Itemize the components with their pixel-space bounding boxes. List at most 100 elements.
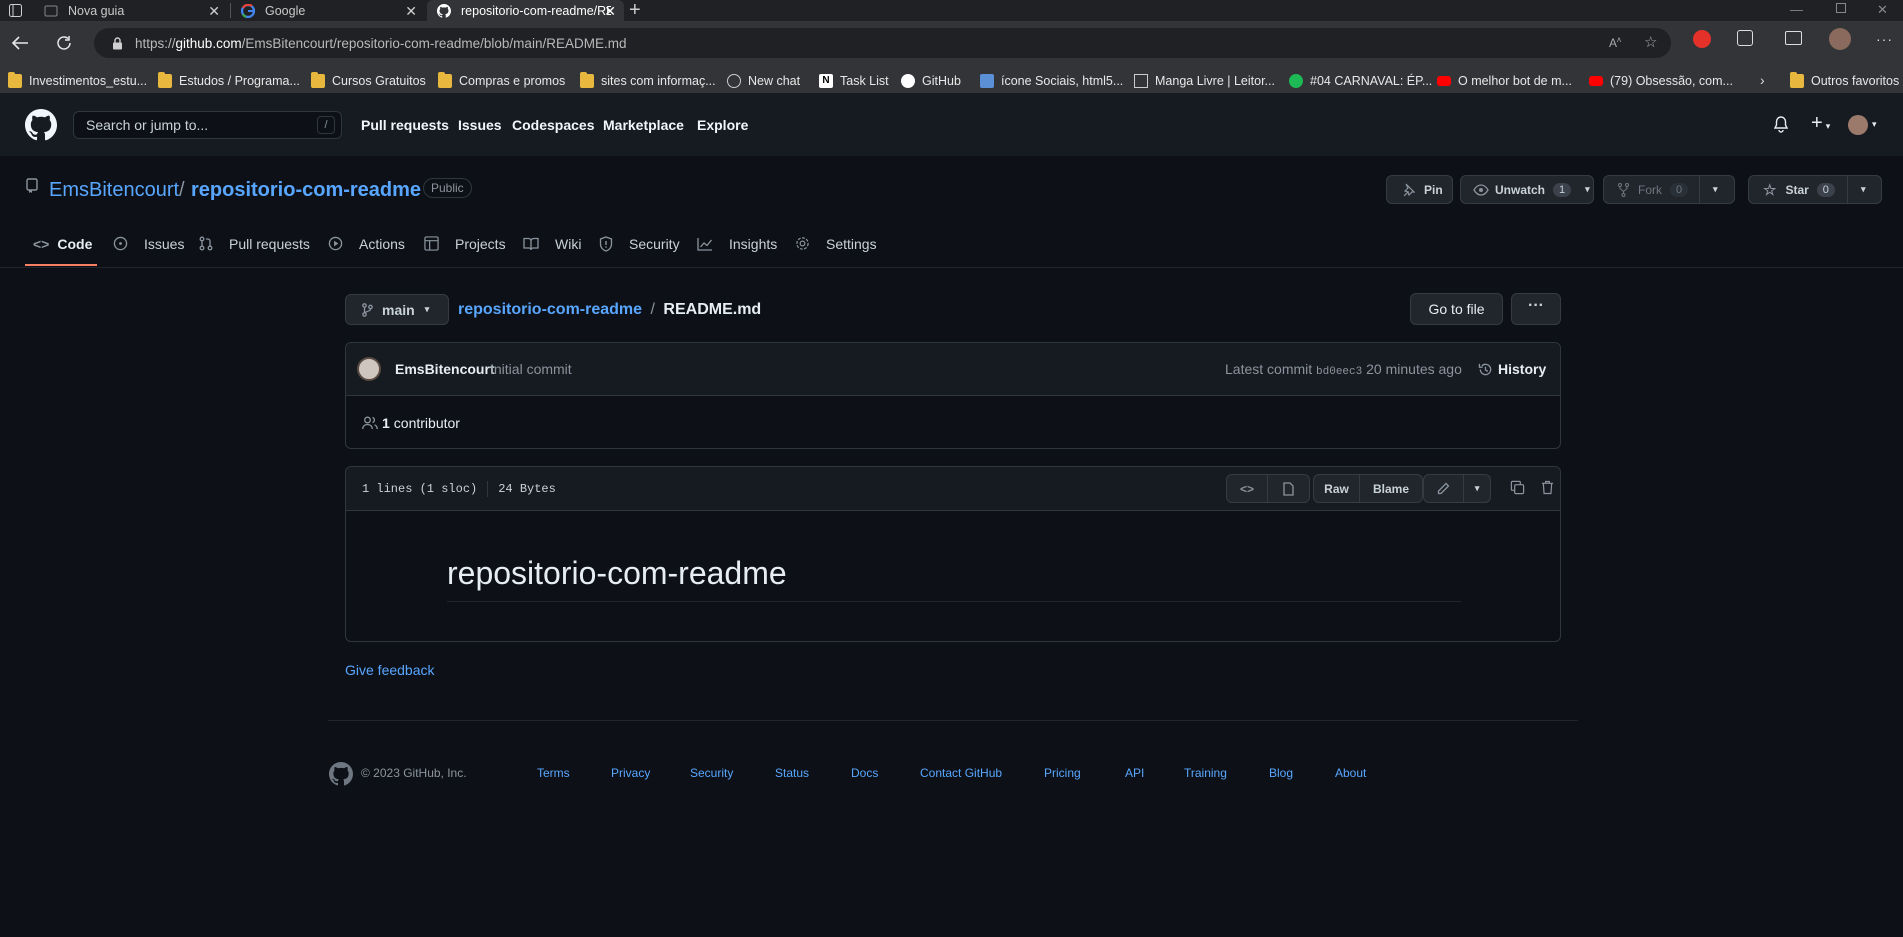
commit-message[interactable]: Initial commit bbox=[490, 361, 572, 377]
blame-button[interactable]: Blame bbox=[1360, 475, 1422, 502]
github-logo-icon[interactable] bbox=[25, 109, 57, 141]
more-options-button[interactable]: ··· bbox=[1511, 293, 1561, 325]
edit-button[interactable] bbox=[1424, 475, 1465, 502]
bookmark-item[interactable]: O melhor bot de m... bbox=[1437, 67, 1572, 94]
footer-github-logo-icon[interactable] bbox=[329, 762, 353, 786]
repo-name-link[interactable]: repositorio-com-readme bbox=[191, 179, 421, 202]
display-source-button[interactable]: <> bbox=[1227, 475, 1269, 502]
footer-link-terms[interactable]: Terms bbox=[537, 766, 570, 780]
url-field[interactable]: https://github.com/EmsBitencourt/reposit… bbox=[94, 28, 1671, 58]
footer-link-privacy[interactable]: Privacy bbox=[611, 766, 650, 780]
extensions-icon[interactable] bbox=[1737, 30, 1753, 46]
close-tab-icon[interactable]: ✕ bbox=[604, 3, 616, 20]
trash-icon[interactable] bbox=[1541, 480, 1554, 495]
give-feedback-link[interactable]: Give feedback bbox=[345, 662, 435, 678]
commit-author[interactable]: EmsBitencourt bbox=[395, 361, 495, 377]
file-size: 24 Bytes bbox=[498, 482, 556, 496]
search-input[interactable]: Search or jump to... / bbox=[73, 111, 342, 139]
view-toggle: <> bbox=[1226, 474, 1310, 503]
bookmark-item[interactable]: GitHub bbox=[901, 67, 961, 94]
footer-link-about[interactable]: About bbox=[1335, 766, 1366, 780]
bookmark-item[interactable]: (79) Obsessão, com... bbox=[1589, 67, 1733, 94]
edit-dropdown-chevron-icon[interactable]: ▾ bbox=[1464, 483, 1490, 494]
bookmark-item[interactable]: Manga Livre | Leitor... bbox=[1134, 67, 1275, 94]
bookmark-item[interactable]: #04 CARNAVAL: ÉP... bbox=[1289, 67, 1432, 94]
bookmark-item[interactable]: sites com informaç... bbox=[580, 67, 716, 94]
star-button[interactable]: ☆ Star 0 ▾ bbox=[1748, 175, 1882, 204]
breadcrumb-repo-link[interactable]: repositorio-com-readme bbox=[458, 301, 642, 318]
commit-sha-link[interactable]: bd0eec3 bbox=[1316, 366, 1362, 378]
bookmark-item[interactable]: New chat bbox=[727, 67, 800, 94]
other-favorites[interactable]: Outros favoritos bbox=[1790, 67, 1899, 94]
close-window-icon[interactable]: ✕ bbox=[1877, 2, 1888, 18]
footer-link-api[interactable]: API bbox=[1125, 766, 1144, 780]
repo-owner-link[interactable]: EmsBitencourt bbox=[49, 179, 179, 202]
notifications-bell-icon[interactable] bbox=[1773, 116, 1789, 133]
contributors-row[interactable]: 1 contributor bbox=[362, 415, 460, 431]
bookmark-item[interactable]: Compras e promos bbox=[438, 67, 565, 94]
bookmark-item[interactable]: N Task List bbox=[819, 67, 889, 94]
tab-pull-requests[interactable]: Pull requests bbox=[199, 230, 310, 257]
bookmark-item[interactable]: Estudos / Programa... bbox=[158, 67, 300, 94]
nav-codespaces[interactable]: Codespaces bbox=[512, 94, 594, 156]
footer-link-training[interactable]: Training bbox=[1184, 766, 1227, 780]
footer-link-contact[interactable]: Contact GitHub bbox=[920, 766, 1002, 780]
bookmark-item[interactable]: Cursos Gratuitos bbox=[311, 67, 426, 94]
minimize-icon[interactable]: — bbox=[1790, 2, 1803, 17]
nav-explore[interactable]: Explore bbox=[697, 94, 748, 156]
read-aloud-icon[interactable]: Aʌ bbox=[1609, 35, 1621, 50]
footer-link-security[interactable]: Security bbox=[690, 766, 733, 780]
restore-icon[interactable] bbox=[1836, 3, 1846, 13]
extension-red-icon[interactable] bbox=[1693, 30, 1711, 48]
history-link[interactable]: History bbox=[1478, 361, 1546, 377]
bookmark-item[interactable]: ícone Sociais, html5... bbox=[980, 67, 1123, 94]
branch-selector[interactable]: main ▾ bbox=[345, 294, 449, 325]
browser-menu-icon[interactable]: ··· bbox=[1876, 31, 1893, 47]
footer-link-pricing[interactable]: Pricing bbox=[1044, 766, 1081, 780]
fork-label: Fork bbox=[1638, 182, 1662, 197]
tab-code[interactable]: <> Code bbox=[33, 230, 92, 257]
copy-raw-icon[interactable] bbox=[1510, 480, 1525, 495]
bookmark-item[interactable]: Investimentos_estu... bbox=[8, 67, 147, 94]
chevron-right-icon[interactable]: › bbox=[1760, 72, 1765, 88]
add-favorite-icon[interactable]: ☆ bbox=[1644, 33, 1657, 51]
user-avatar[interactable] bbox=[1848, 115, 1868, 135]
footer-link-blog[interactable]: Blog bbox=[1269, 766, 1293, 780]
reload-icon[interactable] bbox=[56, 35, 72, 51]
chevron-down-icon[interactable]: ▾ bbox=[1861, 184, 1866, 195]
profile-avatar[interactable] bbox=[1829, 28, 1851, 50]
tab-github-readme[interactable]: repositorio-com-readme/READM ✕ bbox=[427, 0, 624, 21]
pin-button[interactable]: Pin bbox=[1386, 175, 1453, 204]
back-icon[interactable] bbox=[11, 35, 29, 51]
display-rendered-button[interactable] bbox=[1268, 475, 1309, 502]
tab-google[interactable]: Google ✕ bbox=[231, 0, 425, 21]
footer-link-docs[interactable]: Docs bbox=[851, 766, 878, 780]
nav-marketplace[interactable]: Marketplace bbox=[603, 94, 684, 156]
close-tab-icon[interactable]: ✕ bbox=[405, 3, 417, 20]
chevron-down-icon[interactable]: ▾ bbox=[1713, 184, 1718, 195]
tab-actions-icon[interactable] bbox=[9, 4, 22, 17]
nav-issues[interactable]: Issues bbox=[458, 94, 502, 156]
tab-security[interactable]: Security bbox=[599, 230, 680, 257]
collections-icon[interactable] bbox=[1785, 31, 1802, 45]
fork-button[interactable]: Fork 0 ▾ bbox=[1603, 175, 1735, 204]
create-new-plus-icon[interactable]: + ▾ bbox=[1811, 112, 1830, 135]
file-content-box: 1 lines (1 sloc) 24 Bytes <> Raw Blame ▾… bbox=[345, 466, 1561, 642]
new-tab-button[interactable]: + bbox=[629, 0, 641, 22]
close-tab-icon[interactable]: ✕ bbox=[208, 3, 220, 20]
commit-author-avatar[interactable] bbox=[357, 357, 381, 381]
tab-wiki[interactable]: Wiki bbox=[523, 230, 581, 257]
go-to-file-button[interactable]: Go to file bbox=[1410, 293, 1503, 325]
footer-link-status[interactable]: Status bbox=[775, 766, 809, 780]
tab-issues[interactable]: Issues bbox=[113, 230, 184, 257]
tab-actions[interactable]: Actions bbox=[328, 230, 405, 257]
unwatch-button[interactable]: Unwatch 1 ▾ bbox=[1460, 175, 1594, 204]
tab-settings[interactable]: Settings bbox=[795, 230, 877, 257]
raw-button[interactable]: Raw bbox=[1314, 475, 1360, 502]
tab-nova-guia[interactable]: Nova guia ✕ bbox=[34, 0, 228, 21]
nav-pull-requests[interactable]: Pull requests bbox=[361, 94, 449, 156]
tab-projects[interactable]: Projects bbox=[424, 230, 506, 257]
pin-label: Pin bbox=[1424, 182, 1443, 197]
avatar-chevron-down-icon[interactable]: ▾ bbox=[1872, 119, 1877, 130]
tab-insights[interactable]: Insights bbox=[697, 230, 777, 257]
